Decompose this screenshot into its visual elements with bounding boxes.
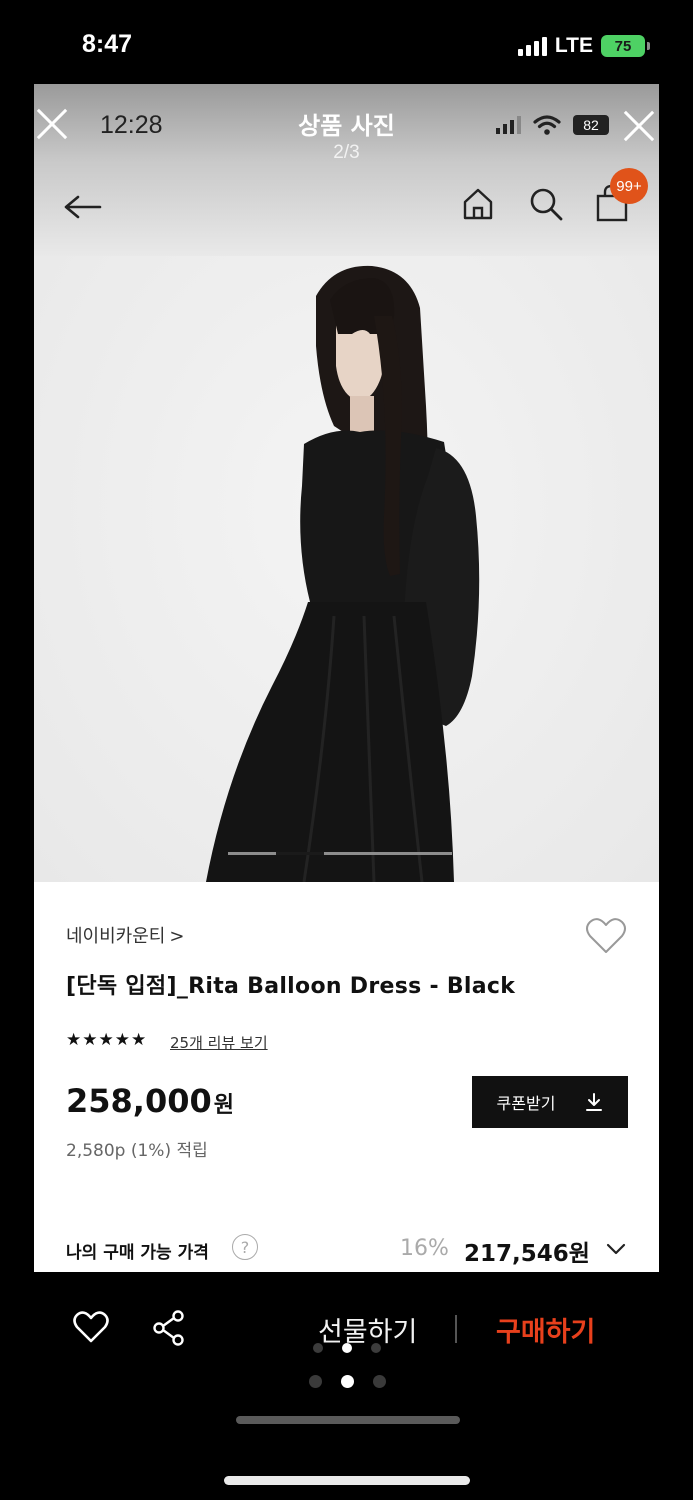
slide-segment-active — [276, 852, 324, 855]
network-type: LTE — [554, 34, 593, 57]
my-price-label: 나의 구매 가능 가격 — [66, 1243, 209, 1263]
wifi-icon — [533, 115, 561, 135]
inner-battery-level: 82 — [583, 117, 599, 133]
product-name: [단독 입점]_Rita Balloon Dress - Black — [66, 974, 516, 999]
page-dots — [313, 1343, 381, 1353]
home-indicator-inner — [236, 1416, 460, 1424]
page-dots[interactable] — [309, 1375, 386, 1388]
star-rating: ★★★★★ — [66, 1030, 148, 1050]
close-icon[interactable] — [623, 110, 655, 142]
outer-status-bar: 8:47 LTE 75 — [0, 0, 693, 84]
viewer-header: 12:28 상품 사진 2/3 82 99+ — [34, 84, 659, 256]
outer-clock: 8:47 — [82, 30, 133, 58]
help-icon[interactable]: ? — [232, 1234, 258, 1260]
slide-segment — [324, 852, 452, 855]
price: 258,000원 — [66, 1082, 234, 1120]
heart-icon[interactable] — [72, 1310, 110, 1344]
photo-counter: 2/3 — [333, 142, 360, 163]
slide-segment — [228, 852, 276, 855]
home-icon[interactable] — [460, 186, 496, 222]
brand-link[interactable]: 네이비카운티 > — [66, 922, 184, 948]
product-info: 네이비카운티 > [단독 입점]_Rita Balloon Dress - Bla… — [34, 882, 659, 1272]
model-illustration — [206, 265, 480, 882]
search-icon[interactable] — [528, 186, 564, 222]
home-indicator[interactable] — [224, 1476, 470, 1485]
review-link[interactable]: 25개 리뷰 보기 — [170, 1032, 268, 1053]
chevron-down-icon[interactable] — [606, 1242, 626, 1256]
coupon-button-label: 쿠폰받기 — [496, 1094, 556, 1113]
battery-icon: 75 — [601, 35, 650, 57]
inner-status-icons: 82 — [496, 114, 609, 136]
page-dot-active[interactable] — [341, 1375, 354, 1388]
back-arrow-icon[interactable] — [60, 186, 104, 220]
cellular-signal-icon — [517, 36, 547, 56]
inner-battery-icon: 82 — [573, 115, 609, 135]
price-unit: 원 — [213, 1093, 234, 1118]
reward-points: 2,580p (1%) 적립 — [66, 1141, 208, 1161]
product-photo[interactable] — [34, 256, 659, 882]
buy-button[interactable]: 구매하기 — [496, 1310, 595, 1349]
chevron-right-icon: > — [169, 926, 185, 947]
cart-count-badge: 99+ — [610, 168, 648, 204]
final-price: 217,546원 — [464, 1241, 590, 1267]
page-dot[interactable] — [309, 1375, 322, 1388]
heart-icon[interactable] — [584, 916, 628, 956]
outer-status-icons: LTE 75 — [517, 34, 650, 58]
brand-name: 네이비카운티 — [66, 926, 166, 947]
download-icon — [586, 1093, 603, 1111]
price-amount: 258,000 — [66, 1082, 212, 1120]
inner-signal-icon — [496, 116, 521, 134]
discount-rate: 16% — [400, 1236, 449, 1261]
photo-viewer-screen: 12:28 상품 사진 2/3 82 99+ 네이비카운티 > [단독 입점]_… — [34, 84, 659, 1272]
page-dot[interactable] — [373, 1375, 386, 1388]
coupon-download-button[interactable]: 쿠폰받기 — [472, 1076, 628, 1128]
battery-level: 75 — [614, 37, 632, 55]
page-dot-active — [342, 1343, 352, 1353]
page-dot — [371, 1343, 381, 1353]
share-icon[interactable] — [152, 1310, 186, 1346]
divider — [455, 1315, 457, 1343]
page-dot — [313, 1343, 323, 1353]
photo-slide-indicator — [228, 852, 452, 855]
